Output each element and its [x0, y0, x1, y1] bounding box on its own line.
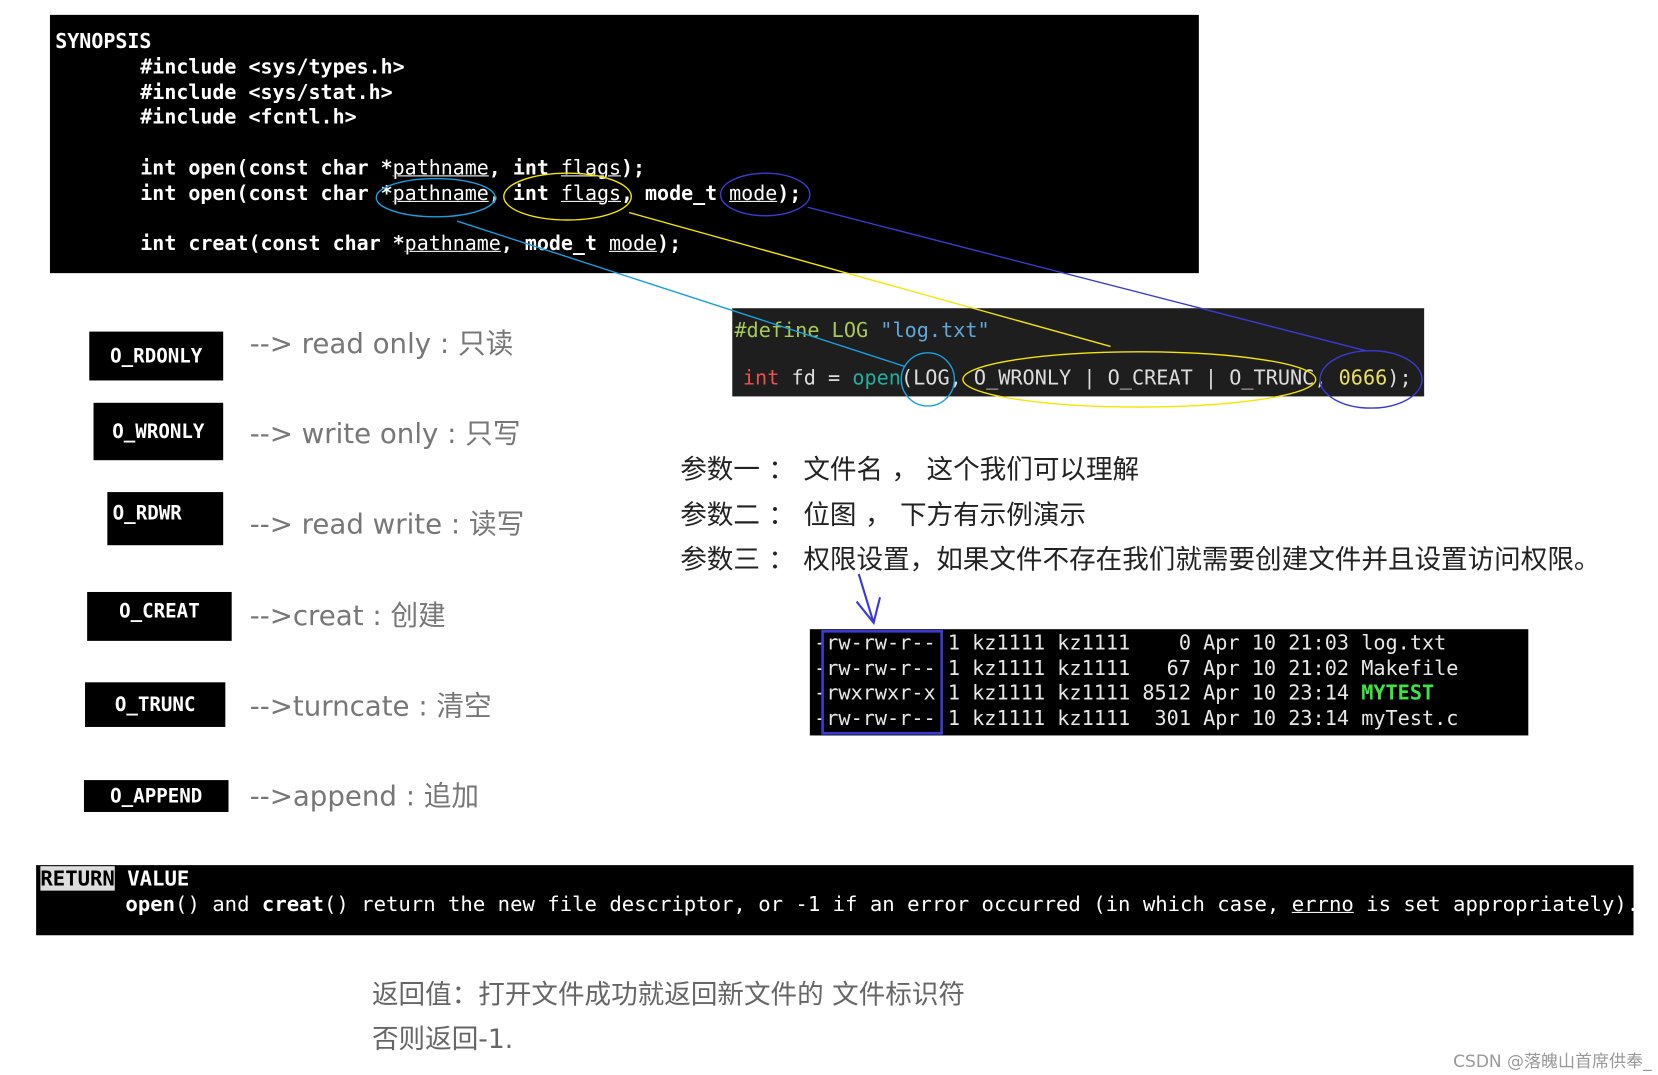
- pathname-highlight: [375, 177, 496, 218]
- permission-highlight: [821, 629, 943, 735]
- flags-connector: [628, 211, 1111, 348]
- mode-highlight: [719, 172, 811, 217]
- pathname-connector: [456, 220, 906, 368]
- log-highlight: [900, 352, 956, 407]
- flag-args-highlight: [962, 351, 1317, 408]
- annotation-overlay: [375, 172, 1423, 735]
- flags-highlight: [503, 172, 632, 221]
- mode-value-highlight: [1319, 350, 1423, 409]
- mode-connector: [807, 206, 1366, 352]
- page: SYNOPSIS #include <sys/types.h> #include…: [0, 0, 1658, 1074]
- arrow-down-icon: [855, 573, 882, 626]
